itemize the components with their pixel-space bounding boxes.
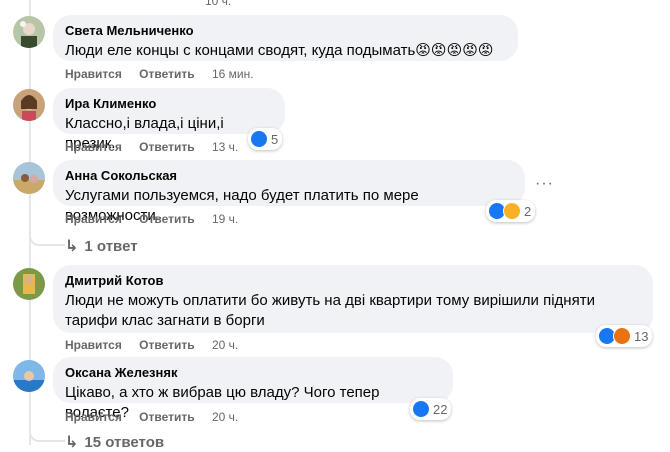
comment-bubble: Света Мельниченко Люди еле концы с конца… — [53, 15, 518, 61]
reply-button[interactable]: Ответить — [139, 67, 194, 81]
comment-author[interactable]: Дмитрий Котов — [65, 273, 641, 289]
comment-author[interactable]: Анна Сокольская — [65, 168, 513, 184]
reactions-summary[interactable]: 13 — [596, 325, 653, 347]
reaction-count: 13 — [634, 328, 649, 344]
comment-actions: Нравится Ответить 13 ч. — [65, 140, 252, 154]
comment-time[interactable]: 19 ч. — [212, 212, 238, 226]
reply-arrow-icon: ↳ — [65, 238, 79, 255]
like-button[interactable]: Нравится — [65, 338, 122, 352]
reply-button[interactable]: Ответить — [139, 140, 194, 154]
avatar[interactable] — [13, 162, 45, 194]
comment-time[interactable]: 20 ч. — [212, 338, 238, 352]
comment-author[interactable]: Ира Клименко — [65, 96, 273, 112]
like-button[interactable]: Нравится — [65, 410, 122, 424]
avatar[interactable] — [13, 89, 45, 121]
comment-bubble: Оксана Железняк Цікаво, а хто ж вибрав ц… — [53, 357, 453, 421]
reply-button[interactable]: Ответить — [139, 338, 194, 352]
avatar[interactable] — [13, 360, 45, 392]
comment-text: Люди не можуть оплатити бо живуть на дві… — [65, 292, 595, 329]
comment-time[interactable]: 16 мин. — [212, 67, 254, 81]
comment-actions: Нравится Ответить 20 ч. — [65, 338, 252, 352]
comment-actions: Нравится Ответить 19 ч. — [65, 212, 252, 226]
view-replies-link[interactable]: ↳ 1 ответ — [65, 236, 138, 256]
like-button[interactable]: Нравится — [65, 140, 122, 154]
previous-comment-time: 10 ч. — [205, 0, 232, 8]
comment-time[interactable]: 13 ч. — [212, 140, 238, 154]
comment-text: Люди еле концы с концами сводят, куда по… — [65, 42, 494, 59]
comment-actions: Нравится Ответить 16 мин. — [65, 67, 268, 81]
like-icon — [250, 130, 268, 148]
reaction-count: 5 — [271, 131, 279, 147]
reply-button[interactable]: Ответить — [139, 410, 194, 424]
reply-connector — [29, 206, 65, 246]
like-button[interactable]: Нравится — [65, 212, 122, 226]
avatar[interactable] — [13, 16, 45, 48]
comment-actions: Нравится Ответить 20 ч. — [65, 410, 252, 424]
like-button[interactable]: Нравится — [65, 67, 122, 81]
reaction-count: 2 — [524, 203, 532, 219]
avatar[interactable] — [13, 268, 45, 300]
reaction-count: 22 — [433, 401, 448, 417]
comment-time[interactable]: 20 ч. — [212, 410, 238, 424]
comment-bubble: Ира Клименко Классно,і влада,і ціни,і пр… — [53, 88, 285, 152]
reply-connector — [29, 404, 65, 442]
comment-bubble: Дмитрий Котов Люди не можуть оплатити бо… — [53, 265, 653, 333]
comment-bubble: Анна Сокольская Услугами пользуемся, над… — [53, 160, 525, 224]
reactions-summary[interactable]: 22 — [410, 398, 452, 420]
comment-author[interactable]: Света Мельниченко — [65, 23, 506, 39]
view-replies-link[interactable]: ↳ 15 ответов — [65, 432, 164, 452]
reply-arrow-icon: ↳ — [65, 434, 79, 451]
more-options-icon[interactable]: ··· — [535, 175, 554, 193]
haha-icon — [503, 202, 521, 220]
reactions-summary[interactable]: 2 — [486, 200, 536, 222]
reply-button[interactable]: Ответить — [139, 212, 194, 226]
like-icon — [412, 400, 430, 418]
reactions-summary[interactable]: 5 — [248, 128, 283, 150]
angry-icon — [613, 327, 631, 345]
comment-author[interactable]: Оксана Железняк — [65, 365, 441, 381]
